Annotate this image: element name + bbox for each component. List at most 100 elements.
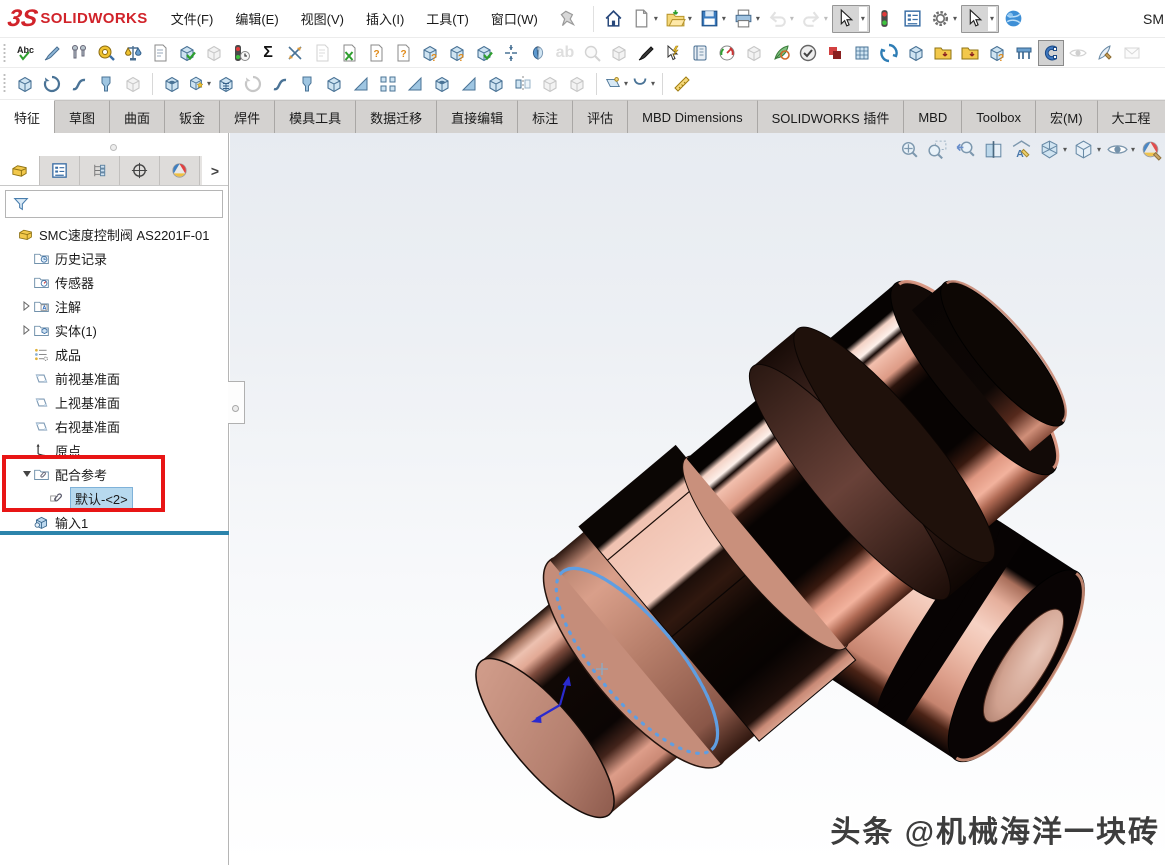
pack-and-go-button[interactable]	[930, 40, 956, 66]
panel-tab-property-manager[interactable]	[40, 156, 80, 185]
interconnect-refresh-button[interactable]	[876, 40, 902, 66]
import-diagnostics-button[interactable]	[201, 40, 227, 66]
hide-show-items-dropdown-caret[interactable]: ▾	[1131, 145, 1135, 154]
costing-button[interactable]	[741, 40, 767, 66]
undo-dropdown-caret[interactable]: ▾	[790, 14, 794, 23]
tab-large-tools[interactable]: 大工程	[1097, 100, 1165, 133]
mirror-button[interactable]	[510, 71, 536, 97]
menu-window[interactable]: 窗口(W)	[480, 0, 549, 37]
tree-item-top-plane[interactable]: 上视基准面	[0, 390, 228, 414]
swept-cut-button[interactable]	[267, 71, 293, 97]
email-notify-button[interactable]	[1119, 40, 1145, 66]
save-dropdown-caret[interactable]: ▾	[722, 14, 726, 23]
panel-tab-configuration-manager[interactable]	[80, 156, 120, 185]
select-tool-dropdown-caret[interactable]: ▾	[987, 6, 996, 31]
tab-macro[interactable]: 宏(M)	[1036, 100, 1098, 133]
file-properties-button[interactable]	[899, 5, 926, 33]
verification-button[interactable]	[795, 40, 821, 66]
home-button[interactable]	[600, 5, 627, 33]
tab-mbd-dimensions[interactable]: MBD Dimensions	[628, 100, 758, 133]
performance-evaluation-button[interactable]	[714, 40, 740, 66]
equations-button[interactable]: Σ	[255, 40, 281, 66]
tree-item-front-plane[interactable]: 前视基准面	[0, 366, 228, 390]
zoom-to-area-button[interactable]	[926, 138, 949, 161]
tab-direct-editing[interactable]: 直接编辑	[437, 100, 519, 133]
print-dropdown-caret[interactable]: ▾	[756, 14, 760, 23]
boundary-boss-button[interactable]	[120, 71, 146, 97]
revolved-cut-button[interactable]	[240, 71, 266, 97]
dome-button[interactable]	[564, 71, 590, 97]
reference-geometry-dropdown-caret[interactable]: ▾	[624, 79, 628, 88]
open-document-dropdown-caret[interactable]: ▾	[688, 14, 692, 23]
circuitworks-button[interactable]	[849, 40, 875, 66]
save-button[interactable]: ▾	[696, 5, 729, 33]
extruded-boss-button[interactable]	[12, 71, 38, 97]
visualize-search-button[interactable]	[768, 40, 794, 66]
panel-tab-feature-manager[interactable]	[0, 156, 40, 185]
mass-properties-button[interactable]	[120, 40, 146, 66]
menu-tools[interactable]: 工具(T)	[415, 0, 480, 37]
file-props-question-button[interactable]: ?	[363, 40, 389, 66]
tab-features[interactable]: 特征	[0, 100, 56, 133]
select-tool-button[interactable]: ▾	[960, 4, 999, 33]
view-annotations-button[interactable]: A	[1010, 138, 1033, 161]
draft-button[interactable]	[402, 71, 428, 97]
format-painter-button[interactable]	[39, 40, 65, 66]
curves-dropdown-caret[interactable]: ▾	[651, 79, 655, 88]
boundary-cut-button[interactable]	[321, 71, 347, 97]
curves-button[interactable]: ▾	[630, 71, 656, 97]
section-view-button[interactable]	[982, 138, 1005, 161]
linear-pattern-button[interactable]	[375, 71, 401, 97]
export-excel-button[interactable]	[336, 40, 362, 66]
display-style-button[interactable]: ▾	[1072, 138, 1101, 161]
tab-sketch[interactable]: 草图	[55, 100, 111, 133]
open-document-button[interactable]: ▾	[662, 5, 695, 33]
clipboard-cube-button[interactable]	[903, 40, 929, 66]
graphics-viewport[interactable]: A ▾ ▾ ▾ 头条 @机械海洋一块砖	[230, 133, 1165, 865]
tab-weldments[interactable]: 焊件	[220, 100, 276, 133]
tree-item-origin[interactable]: 原点	[0, 438, 228, 462]
wrap-button[interactable]	[483, 71, 509, 97]
swept-boss-button[interactable]	[66, 71, 92, 97]
expand-arrow-annotations[interactable]	[20, 301, 33, 311]
toolbox-library-button[interactable]	[1011, 40, 1037, 66]
find-replace-button[interactable]: ab	[552, 40, 578, 66]
revolved-boss-button[interactable]	[39, 71, 65, 97]
tab-evaluate[interactable]: 评估	[573, 100, 629, 133]
measure-button[interactable]	[93, 40, 119, 66]
lofted-cut-button[interactable]	[294, 71, 320, 97]
toolbar-grip[interactable]	[3, 43, 6, 62]
instant3d-button[interactable]	[669, 71, 695, 97]
paint-brush-dark-button[interactable]	[633, 40, 659, 66]
new-document-dropdown-caret[interactable]: ▾	[654, 14, 658, 23]
previous-view-button[interactable]	[954, 138, 977, 161]
compress-model-button[interactable]	[498, 40, 524, 66]
deviation-analysis-button[interactable]	[282, 40, 308, 66]
tree-item-annotations[interactable]: A 注解	[0, 294, 228, 318]
menu-view[interactable]: 视图(V)	[290, 0, 355, 37]
magnifying-glass-button[interactable]	[579, 40, 605, 66]
menu-file[interactable]: 文件(F)	[160, 0, 225, 37]
thread-button[interactable]	[213, 71, 239, 97]
tree-item-mate-references[interactable]: 配合参考	[0, 462, 228, 486]
tab-mold-tools[interactable]: 模具工具	[275, 100, 357, 133]
options-dropdown-caret[interactable]: ▾	[953, 14, 957, 23]
tree-filter-input[interactable]	[36, 197, 216, 211]
edit-appearance-button[interactable]	[1140, 138, 1163, 161]
tab-toolbox[interactable]: Toolbox	[962, 100, 1037, 133]
tree-item-material[interactable]: 成品	[0, 342, 228, 366]
hide-show-eye-button[interactable]	[1065, 40, 1091, 66]
expand-arrow-solid-bodies[interactable]	[20, 325, 33, 335]
dimension-check-button[interactable]: ?	[984, 40, 1010, 66]
spell-check-button[interactable]: Abc	[12, 40, 38, 66]
intersect-button[interactable]	[537, 71, 563, 97]
hide-show-items-button[interactable]: ▾	[1106, 138, 1135, 161]
hole-wizard-dropdown-caret[interactable]: ▾	[207, 79, 211, 88]
panel-tab-display-manager[interactable]	[160, 156, 200, 185]
magnetic-mate-button[interactable]	[1038, 39, 1064, 66]
extruded-cut-button[interactable]	[159, 71, 185, 97]
sketch-ink-button[interactable]	[1092, 40, 1118, 66]
tree-item-sensors[interactable]: 传感器	[0, 270, 228, 294]
tree-item-part-root[interactable]: SMC速度控制阀 AS2201F-01	[0, 222, 228, 246]
tab-annotation[interactable]: 标注	[518, 100, 574, 133]
